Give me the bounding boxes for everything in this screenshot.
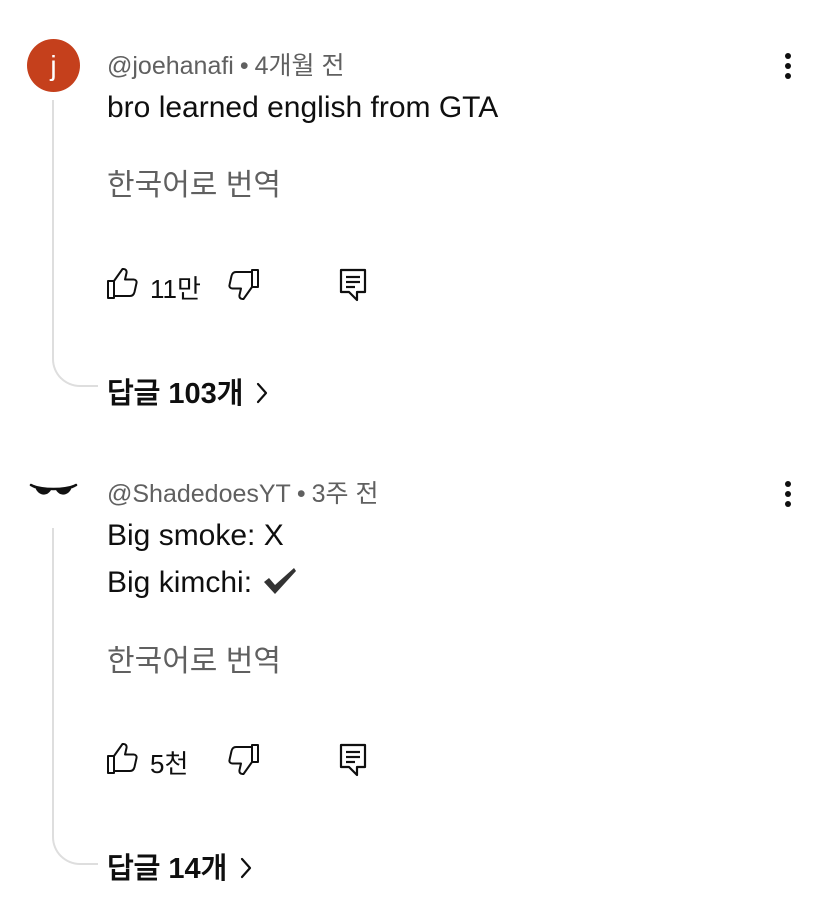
- more-vertical-icon: [785, 481, 791, 507]
- more-vertical-icon: [785, 53, 791, 79]
- checkmark-icon: [264, 568, 297, 594]
- thumbs-up-icon[interactable]: [105, 267, 139, 301]
- comment-line-text: Big kimchi:: [107, 566, 253, 599]
- thumbs-up-icon[interactable]: [105, 742, 139, 776]
- comment-thread: @ShadedoesYT • 3주 전 Big smoke: X Big kimch…: [0, 440, 840, 900]
- chevron-right-icon: [241, 857, 252, 879]
- thumbs-down-icon[interactable]: [227, 742, 261, 776]
- thread-connector-line: [52, 100, 98, 387]
- comment-text: bro learned english from GTA: [107, 84, 498, 131]
- reply-comment-icon[interactable]: [337, 267, 369, 303]
- reply-comment-icon[interactable]: [337, 742, 369, 778]
- comment-text: Big smoke: X Big kimchi:: [107, 512, 298, 606]
- thumbs-down-icon[interactable]: [227, 267, 261, 301]
- comment-time[interactable]: 4개월 전: [255, 52, 345, 80]
- avatar[interactable]: j: [27, 39, 80, 92]
- replies-label: 답글 103개: [107, 378, 244, 410]
- like-count: 5천: [150, 749, 189, 779]
- chevron-right-icon: [257, 382, 268, 404]
- translate-link[interactable]: 한국어로 번역: [107, 636, 281, 680]
- avatar-letter: j: [50, 50, 57, 81]
- author-handle[interactable]: @joehanafi: [107, 52, 234, 80]
- comment-time[interactable]: 3주 전: [312, 480, 379, 508]
- view-replies-button[interactable]: 답글 103개: [107, 370, 269, 412]
- comment-line: Big smoke: X: [107, 519, 284, 552]
- thread-connector-line: [52, 528, 98, 865]
- comment-thread: j @joehanafi • 4개월 전 bro learned english f…: [0, 0, 840, 440]
- comment-meta: @joehanafi • 4개월 전: [107, 46, 344, 82]
- avatar[interactable]: [27, 466, 80, 519]
- sunglasses-icon: [29, 483, 78, 495]
- more-options-button[interactable]: [772, 50, 804, 82]
- like-count: 11만: [150, 274, 201, 304]
- translate-link[interactable]: 한국어로 번역: [107, 160, 281, 204]
- comment-line: bro learned english from GTA: [107, 91, 499, 124]
- replies-label: 답글 14개: [107, 853, 228, 885]
- meta-separator: •: [296, 480, 306, 508]
- view-replies-button[interactable]: 답글 14개: [107, 845, 253, 887]
- comment-line: Big kimchi:: [107, 559, 298, 606]
- author-handle[interactable]: @ShadedoesYT: [107, 480, 291, 508]
- more-options-button[interactable]: [772, 478, 804, 510]
- meta-separator: •: [239, 52, 249, 80]
- comment-meta: @ShadedoesYT • 3주 전: [107, 474, 378, 510]
